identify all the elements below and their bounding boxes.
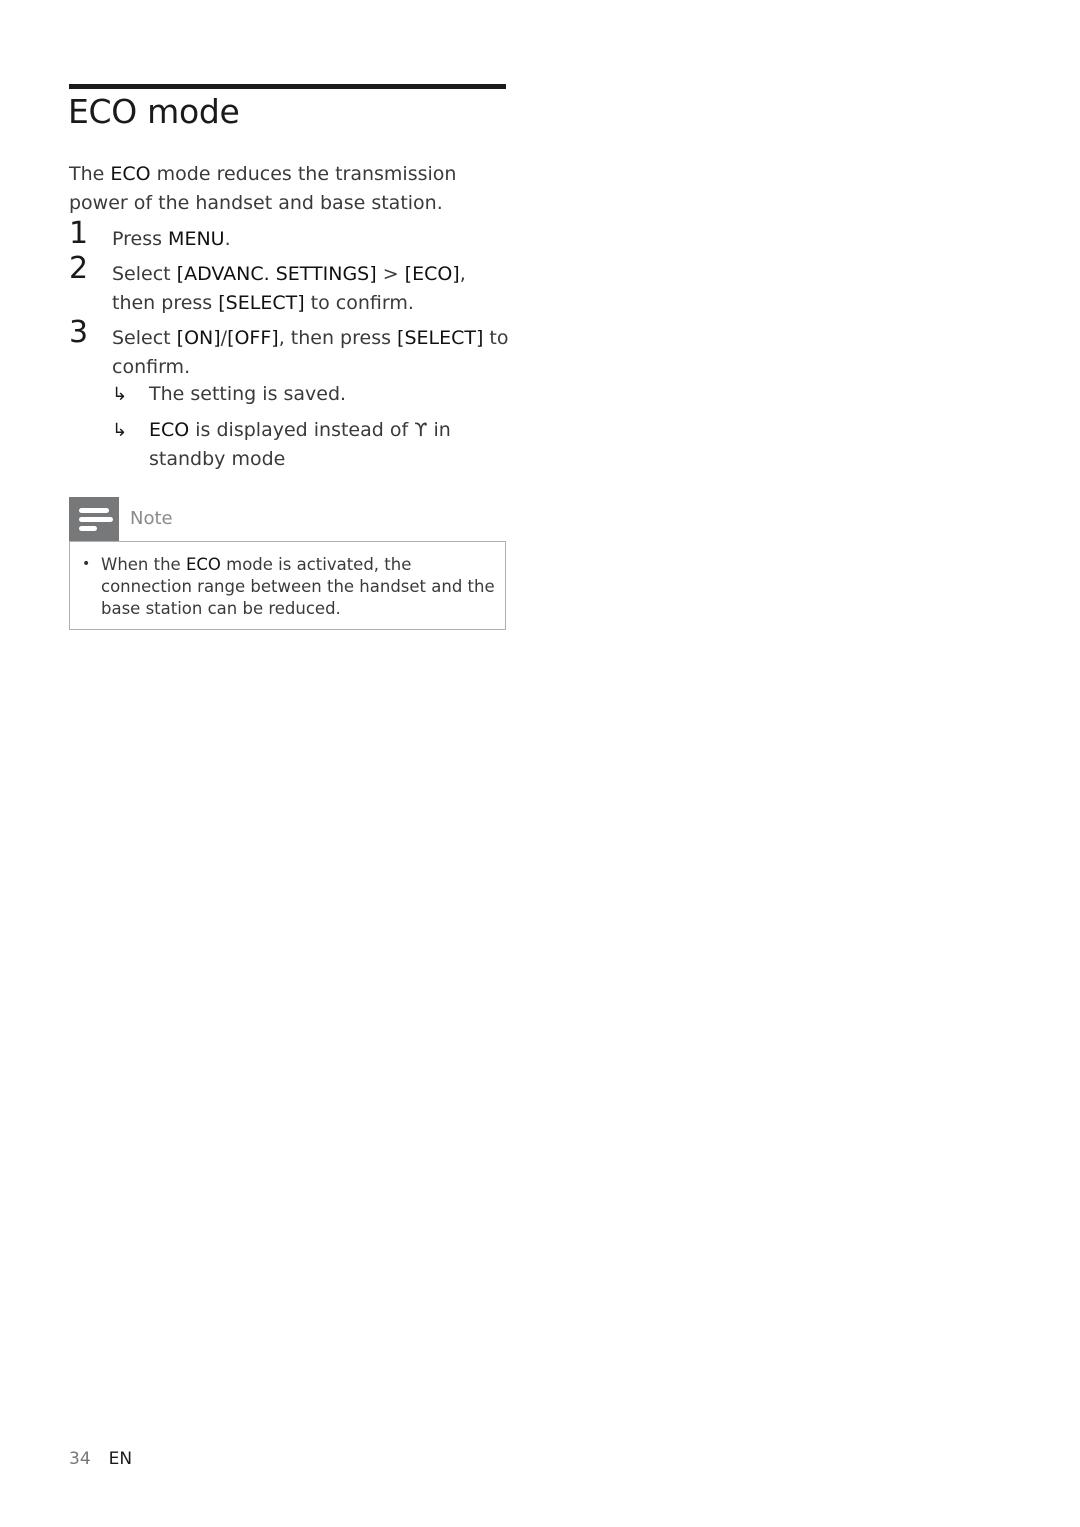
step-text: Select [ADVANC. SETTINGS] > [ECO], then … [112, 263, 466, 314]
language-code: EN [108, 1449, 133, 1469]
step-text: Select [ON]/[OFF], then press [SELECT] t… [112, 327, 509, 378]
note-label: Note [130, 508, 173, 529]
intro-bold: ECO [110, 163, 151, 185]
intro-paragraph: The ECO mode reduces the transmission po… [69, 160, 509, 218]
note-box: • When the ECO mode is activated, the co… [69, 541, 506, 630]
section-title: ECO mode [68, 92, 240, 131]
step-number: 1 [69, 216, 89, 251]
page-footer: 34 EN [69, 1449, 132, 1469]
result-text: The setting is saved. [149, 383, 347, 405]
intro-text: The [69, 163, 111, 185]
result-arrow-icon: ↳ [112, 420, 128, 441]
result-text: ECO is displayed instead of ϒ in standby… [149, 419, 451, 470]
note-text: When the ECO mode is activated, the conn… [101, 555, 495, 618]
section-rule [69, 84, 506, 89]
step-number: 3 [69, 315, 89, 350]
result-arrow-icon: ↳ [112, 384, 128, 405]
page-number: 34 [69, 1449, 91, 1469]
bullet-icon: • [82, 556, 91, 572]
step-number: 2 [69, 251, 89, 286]
step-text: Press MENU. [112, 228, 231, 250]
note-lines-icon [69, 497, 119, 541]
